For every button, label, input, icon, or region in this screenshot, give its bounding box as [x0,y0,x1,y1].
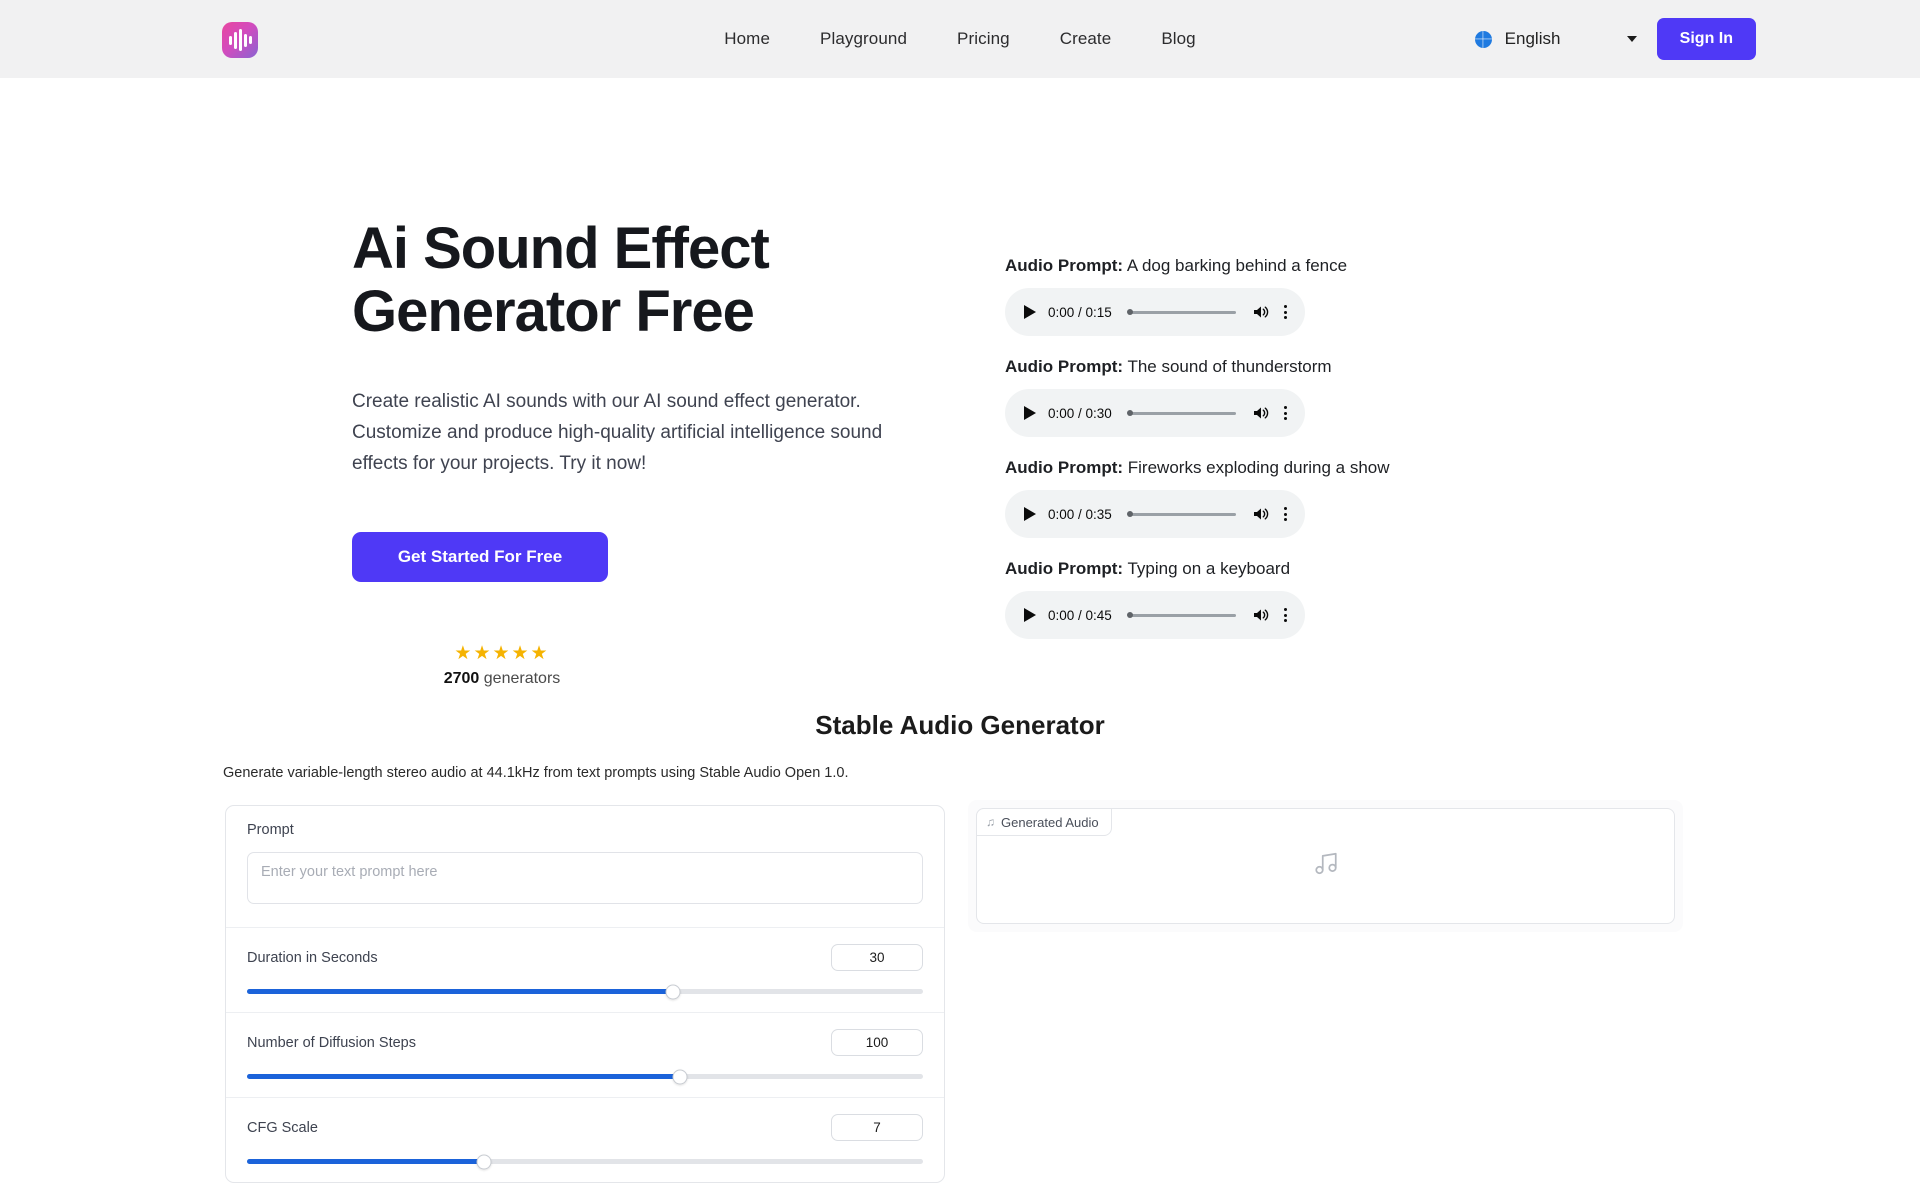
generated-audio-empty-icon [1313,851,1339,882]
diffusion-steps-value-input[interactable] [831,1029,923,1056]
hero-copy: Ai Sound Effect Generator Free Create re… [352,216,952,688]
generated-audio-tab: ♫ Generated Audio [976,808,1112,836]
nav-item-pricing[interactable]: Pricing [957,29,1010,49]
rating-block: ★★★★★ 2700 generators [352,642,652,688]
music-note-icon: ♫ [986,815,995,829]
audio-player[interactable]: 0:00 / 0:35 [1005,490,1305,538]
audio-time-display: 0:00 / 0:45 [1048,607,1112,623]
cfg-scale-slider[interactable] [247,1154,923,1169]
audio-prompt-prefix: Audio Prompt: [1005,559,1124,578]
audio-prompt-text: The sound of thunderstorm [1123,357,1332,376]
hero-section: Ai Sound Effect Generator Free Create re… [0,78,1920,687]
audio-progress-slider[interactable] [1127,512,1236,516]
generated-audio-label: Generated Audio [1001,814,1099,830]
audio-progress-slider[interactable] [1127,411,1236,415]
prompt-row: Prompt [226,806,944,928]
audio-player[interactable]: 0:00 / 0:45 [1005,591,1305,639]
audio-samples-list: Audio Prompt: A dog barking behind a fen… [1005,256,1425,660]
audio-sample-item: Audio Prompt: Fireworks exploding during… [1005,458,1425,538]
audio-progress-slider[interactable] [1127,613,1236,617]
duration-row: Duration in Seconds [226,928,944,1013]
audio-progress-slider[interactable] [1127,310,1236,314]
play-icon[interactable] [1024,305,1036,319]
audio-prompt-prefix: Audio Prompt: [1005,458,1124,477]
globe-icon [1474,30,1492,48]
audio-sample-item: Audio Prompt: A dog barking behind a fen… [1005,256,1425,336]
audio-time-display: 0:00 / 0:35 [1048,506,1112,522]
audio-sample-label: Audio Prompt: Typing on a keyboard [1005,559,1425,579]
audio-sample-label: Audio Prompt: The sound of thunderstorm [1005,357,1425,377]
generator-title: Stable Audio Generator [815,710,1105,740]
audio-time-display: 0:00 / 0:15 [1048,304,1112,320]
overflow-menu-icon[interactable] [1282,404,1289,422]
play-icon[interactable] [1024,406,1036,420]
audio-sample-item: Audio Prompt: Typing on a keyboard 0:00 … [1005,559,1425,639]
site-header: Home Playground Pricing Create Blog Engl… [0,0,1920,78]
generated-audio-wrapper: ♫ Generated Audio [968,800,1683,932]
prompt-label: Prompt [247,822,294,838]
nav-item-home[interactable]: Home [724,29,770,49]
language-selector[interactable]: English [1505,29,1637,49]
audio-prompt-text: Typing on a keyboard [1123,559,1291,578]
page-title: Ai Sound Effect Generator Free [352,216,770,344]
volume-icon[interactable] [1252,405,1270,421]
audio-prompt-prefix: Audio Prompt: [1005,256,1124,275]
diffusion-steps-slider[interactable] [247,1069,923,1084]
language-selected-label: English [1504,29,1561,48]
volume-icon[interactable] [1252,607,1270,623]
audio-sample-label: Audio Prompt: Fireworks exploding during… [1005,458,1425,478]
sign-in-button[interactable]: Sign In [1656,18,1756,60]
play-icon[interactable] [1024,507,1036,521]
overflow-menu-icon[interactable] [1282,303,1289,321]
volume-icon[interactable] [1252,506,1270,522]
audio-prompt-text: A dog barking behind a fence [1123,256,1348,275]
generator-count: 2700 generators [352,670,652,688]
volume-icon[interactable] [1252,304,1270,320]
audio-prompt-text: Fireworks exploding during a show [1123,458,1390,477]
generator-count-value: 2700 [443,669,480,687]
get-started-button[interactable]: Get Started For Free [352,531,608,582]
cfg-scale-row: CFG Scale [226,1098,944,1182]
diffusion-steps-label: Number of Diffusion Steps [247,1034,416,1051]
chevron-down-icon [1626,36,1637,42]
play-icon[interactable] [1024,608,1036,622]
generator-count-suffix: generators [479,669,561,687]
audio-sample-label: Audio Prompt: A dog barking behind a fen… [1005,256,1425,276]
nav-item-blog[interactable]: Blog [1161,29,1195,49]
nav-item-create[interactable]: Create [1060,29,1112,49]
audio-player[interactable]: 0:00 / 0:15 [1005,288,1305,336]
overflow-menu-icon[interactable] [1282,505,1289,523]
cfg-scale-value-input[interactable] [831,1114,923,1141]
overflow-menu-icon[interactable] [1282,606,1289,624]
cfg-scale-label: CFG Scale [247,1119,318,1136]
prompt-input[interactable] [247,852,923,904]
diffusion-steps-row: Number of Diffusion Steps [226,1013,944,1098]
nav-item-playground[interactable]: Playground [820,29,907,49]
audio-time-display: 0:00 / 0:30 [1048,405,1112,421]
audio-sample-item: Audio Prompt: The sound of thunderstorm … [1005,357,1425,437]
generator-form-panel: Prompt Duration in Seconds Number of Dif… [225,805,945,1183]
star-rating-icon: ★★★★★ [454,642,550,664]
duration-value-input[interactable] [831,944,923,971]
audio-prompt-prefix: Audio Prompt: [1005,357,1124,376]
audio-player[interactable]: 0:00 / 0:30 [1005,389,1305,437]
generator-subtitle: Generate variable-length stereo audio at… [223,765,849,781]
hero-description: Create realistic AI sounds with our AI s… [352,391,883,474]
duration-slider[interactable] [247,984,923,999]
duration-label: Duration in Seconds [247,949,378,966]
header-actions: English Sign In [1474,0,1756,78]
generated-audio-panel: ♫ Generated Audio [976,808,1675,924]
